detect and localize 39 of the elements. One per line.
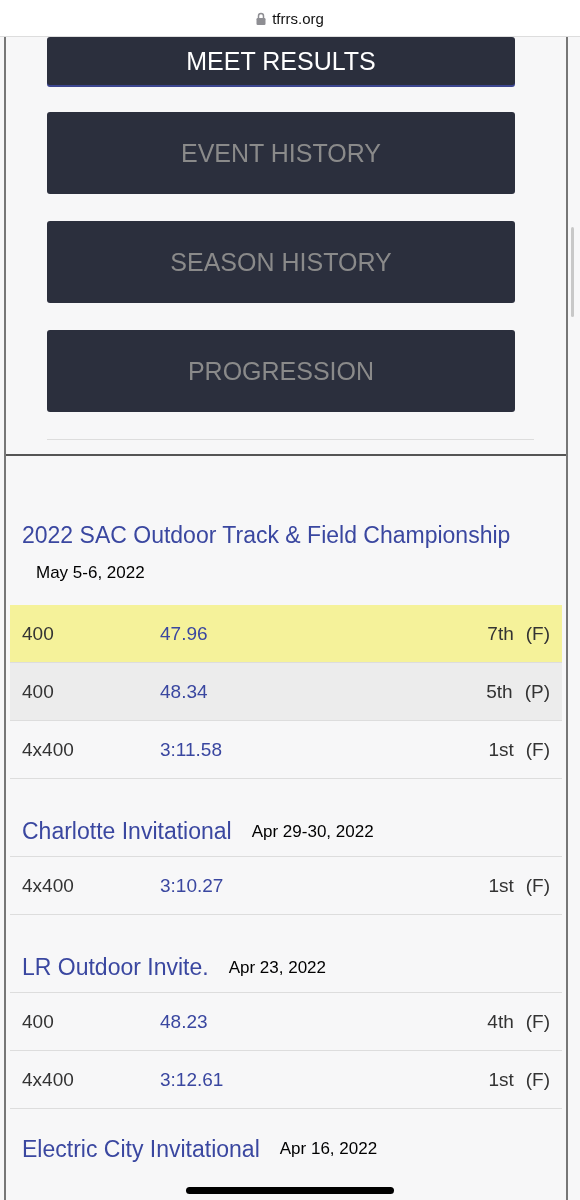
- nav-button[interactable]: MEET RESULTS: [47, 37, 515, 85]
- meet-link[interactable]: LR Outdoor Invite.: [22, 954, 209, 981]
- mark-link[interactable]: 47.96: [160, 622, 208, 645]
- lock-icon: [256, 11, 267, 25]
- nav-button[interactable]: EVENT HISTORY: [47, 112, 515, 194]
- round-cell: (F): [525, 1068, 550, 1091]
- place-cell: 1st: [488, 738, 514, 761]
- meet-date: Apr 23, 2022: [228, 957, 326, 978]
- event-cell-text: 400: [22, 680, 55, 703]
- place-cell: 7th: [487, 622, 514, 645]
- scrollbar[interactable]: [571, 227, 574, 317]
- mark-link[interactable]: 48.34: [160, 680, 208, 703]
- nav-button[interactable]: PROGRESSION: [47, 330, 515, 412]
- place-cell: 1st: [488, 1068, 514, 1091]
- round-cell: (F): [525, 874, 550, 897]
- mark-link[interactable]: 3:12.61: [160, 1068, 224, 1091]
- meet-date: Apr 16, 2022: [279, 1139, 378, 1159]
- mark-link[interactable]: 3:10.27: [160, 874, 224, 897]
- place-cell: 1st: [488, 874, 514, 897]
- event-cell-text: 4x400: [22, 738, 75, 761]
- event-cell-text: 400: [22, 1010, 55, 1033]
- round-cell: (F): [525, 1010, 550, 1033]
- meet-link[interactable]: 2022 SAC Outdoor Track & Field Championship: [22, 522, 511, 549]
- mark-link[interactable]: 3:11.58: [160, 738, 222, 761]
- round-cell: (F): [525, 622, 550, 645]
- meet-date: May 5-6, 2022: [35, 563, 145, 583]
- mark-link[interactable]: 48.23: [160, 1010, 208, 1033]
- meet-link[interactable]: Electric City Invitational: [22, 1135, 260, 1163]
- place-cell: 5th: [486, 680, 513, 703]
- round-cell: (P): [524, 680, 550, 703]
- meet-link[interactable]: Charlotte Invitational: [22, 818, 232, 845]
- round-cell: (F): [525, 738, 550, 761]
- nav-button[interactable]: SEASON HISTORY: [47, 221, 515, 303]
- place-cell: 4th: [487, 1010, 514, 1033]
- meet-date: Apr 29-30, 2022: [251, 821, 374, 842]
- event-cell-text: 4x400: [22, 874, 75, 897]
- event-cell-text: 4x400: [22, 1068, 75, 1091]
- event-cell-text: 400: [22, 622, 55, 645]
- url-text[interactable]: tfrrs.org: [272, 9, 324, 27]
